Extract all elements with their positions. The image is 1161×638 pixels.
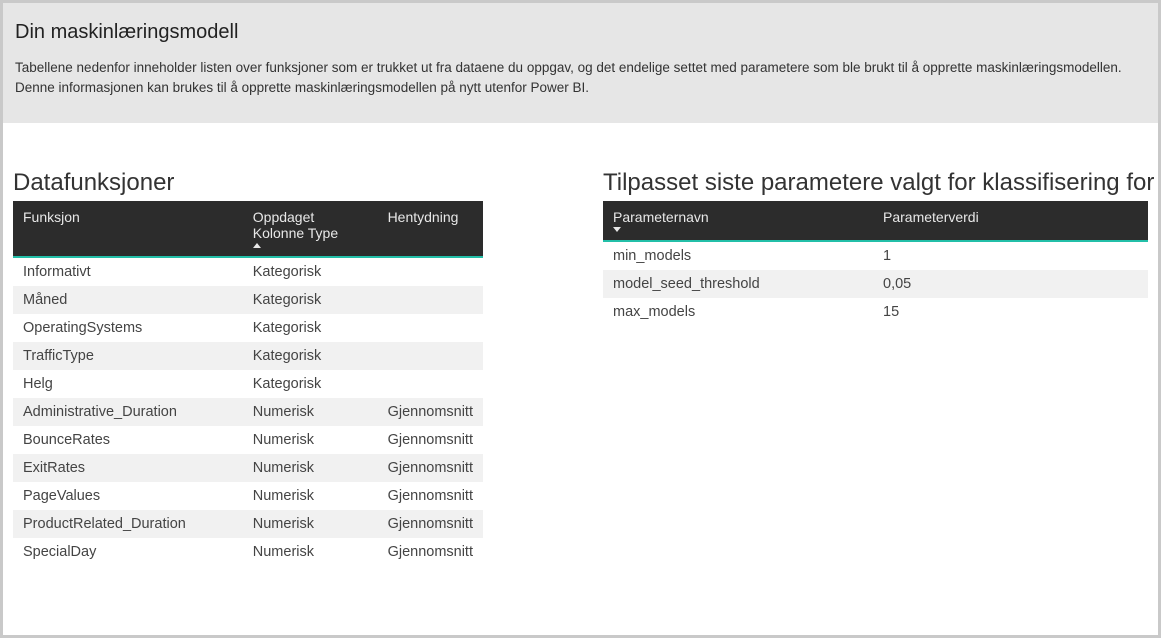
features-col-func[interactable]: Funksjon xyxy=(13,201,243,257)
features-title: Datafunksjoner xyxy=(13,169,483,197)
sort-asc-icon xyxy=(253,243,261,248)
features-col-type[interactable]: Oppdaget Kolonne Type xyxy=(243,201,378,257)
page-description: Tabellene nedenfor inneholder listen ove… xyxy=(15,58,1142,99)
feature-hint-cell: Gjennomsnitt xyxy=(378,454,483,482)
feature-type-cell: Kategorisk xyxy=(243,370,378,398)
param-name-cell: model_seed_threshold xyxy=(603,270,873,298)
feature-hint-cell xyxy=(378,342,483,370)
feature-func-cell: Informativt xyxy=(13,257,243,286)
params-col-value[interactable]: Parameterverdi xyxy=(873,201,1148,241)
feature-func-cell: Helg xyxy=(13,370,243,398)
feature-hint-cell: Gjennomsnitt xyxy=(378,510,483,538)
feature-func-cell: ExitRates xyxy=(13,454,243,482)
params-title: Tilpasset siste parametere valgt for kla… xyxy=(603,169,1148,197)
feature-hint-cell xyxy=(378,370,483,398)
content-area: Datafunksjoner Funksjon Oppdaget Kolonne… xyxy=(3,123,1158,566)
feature-hint-cell: Gjennomsnitt xyxy=(378,398,483,426)
params-table: Parameternavn Parameterverdi min_models1… xyxy=(603,201,1148,326)
feature-type-cell: Kategorisk xyxy=(243,286,378,314)
feature-func-cell: BounceRates xyxy=(13,426,243,454)
feature-type-cell: Numerisk xyxy=(243,426,378,454)
table-row: ExitRatesNumeriskGjennomsnitt xyxy=(13,454,483,482)
params-col-name-label: Parameternavn xyxy=(613,209,863,225)
feature-type-cell: Kategorisk xyxy=(243,257,378,286)
table-row: InformativtKategorisk xyxy=(13,257,483,286)
param-value-cell: 0,05 xyxy=(873,270,1148,298)
features-col-type-label: Oppdaget Kolonne Type xyxy=(253,209,368,241)
table-row: MånedKategorisk xyxy=(13,286,483,314)
feature-type-cell: Kategorisk xyxy=(243,342,378,370)
features-col-hint[interactable]: Hentydning xyxy=(378,201,483,257)
feature-hint-cell: Gjennomsnitt xyxy=(378,482,483,510)
param-value-cell: 15 xyxy=(873,298,1148,326)
feature-type-cell: Numerisk xyxy=(243,454,378,482)
feature-type-cell: Numerisk xyxy=(243,398,378,426)
feature-func-cell: PageValues xyxy=(13,482,243,510)
feature-type-cell: Numerisk xyxy=(243,510,378,538)
param-name-cell: max_models xyxy=(603,298,873,326)
table-row: OperatingSystemsKategorisk xyxy=(13,314,483,342)
table-row: model_seed_threshold0,05 xyxy=(603,270,1148,298)
param-value-cell: 1 xyxy=(873,241,1148,270)
feature-func-cell: SpecialDay xyxy=(13,538,243,566)
table-row: ProductRelated_DurationNumeriskGjennomsn… xyxy=(13,510,483,538)
feature-func-cell: TrafficType xyxy=(13,342,243,370)
params-section: Tilpasset siste parametere valgt for kla… xyxy=(603,169,1148,566)
table-row: PageValuesNumeriskGjennomsnitt xyxy=(13,482,483,510)
feature-type-cell: Numerisk xyxy=(243,538,378,566)
table-row: SpecialDayNumeriskGjennomsnitt xyxy=(13,538,483,566)
feature-func-cell: Administrative_Duration xyxy=(13,398,243,426)
feature-hint-cell xyxy=(378,286,483,314)
sort-desc-icon xyxy=(613,227,621,232)
features-section: Datafunksjoner Funksjon Oppdaget Kolonne… xyxy=(13,169,483,566)
feature-hint-cell: Gjennomsnitt xyxy=(378,426,483,454)
param-name-cell: min_models xyxy=(603,241,873,270)
feature-type-cell: Numerisk xyxy=(243,482,378,510)
table-row: TrafficTypeKategorisk xyxy=(13,342,483,370)
feature-type-cell: Kategorisk xyxy=(243,314,378,342)
table-row: max_models15 xyxy=(603,298,1148,326)
feature-hint-cell xyxy=(378,257,483,286)
params-col-name[interactable]: Parameternavn xyxy=(603,201,873,241)
table-row: HelgKategorisk xyxy=(13,370,483,398)
table-row: min_models1 xyxy=(603,241,1148,270)
features-table: Funksjon Oppdaget Kolonne Type Hentydnin… xyxy=(13,201,483,566)
feature-func-cell: Måned xyxy=(13,286,243,314)
table-row: Administrative_DurationNumeriskGjennomsn… xyxy=(13,398,483,426)
feature-hint-cell xyxy=(378,314,483,342)
feature-hint-cell: Gjennomsnitt xyxy=(378,538,483,566)
feature-func-cell: ProductRelated_Duration xyxy=(13,510,243,538)
page-title: Din maskinlæringsmodell xyxy=(15,21,1142,44)
table-row: BounceRatesNumeriskGjennomsnitt xyxy=(13,426,483,454)
model-header-panel: Din maskinlæringsmodell Tabellene nedenf… xyxy=(3,3,1158,123)
feature-func-cell: OperatingSystems xyxy=(13,314,243,342)
